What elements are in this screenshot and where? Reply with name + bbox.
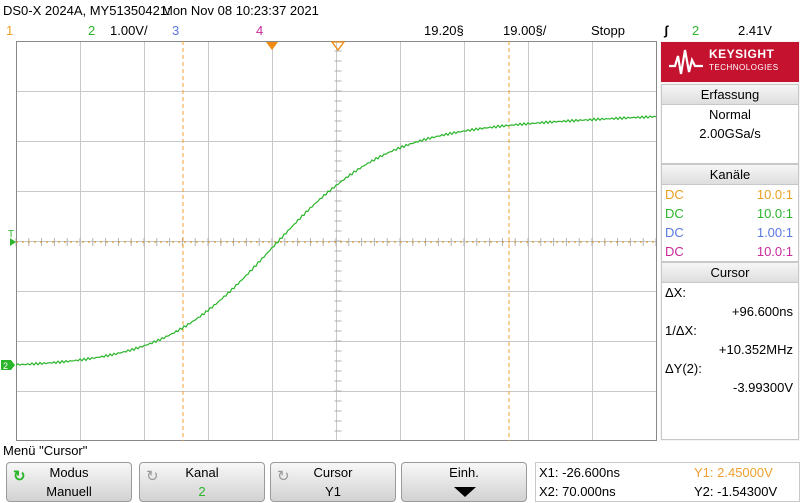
- cursor-readout: X1: -26.600ns X2: 70.000ns Y1: 2.45000V …: [535, 462, 800, 502]
- delta-x-label: ΔX:: [665, 285, 686, 300]
- softkey-channel-value: 2: [198, 484, 206, 499]
- timebase-delay: 19.20§: [424, 23, 464, 38]
- channels-header: Kanäle: [662, 165, 798, 185]
- title-bar: DS0-X 2024A, MY51350421: Mon Nov 08 10:2…: [0, 0, 800, 22]
- keysight-wave-icon: [669, 49, 703, 75]
- sample-rate: 2.00GSa/s: [699, 126, 761, 141]
- ch2-indicator[interactable]: 2: [88, 23, 95, 38]
- side-panel: KEYSIGHT TECHNOLOGIES Erfassung Normal 2…: [660, 41, 800, 441]
- arrow-down-icon: [454, 487, 476, 497]
- y1-readout: Y1: 2.45000V: [694, 465, 773, 480]
- ch1-probe: 10.0:1: [756, 187, 793, 202]
- acquisition-panel[interactable]: Erfassung Normal 2.00GSa/s: [661, 84, 799, 164]
- softkey-units[interactable]: Einh.: [401, 462, 527, 502]
- channel-row: DC 10.0:1: [662, 185, 798, 204]
- ch1-coupling: DC: [665, 187, 684, 202]
- delta-y-value: -3.99300V: [733, 380, 793, 395]
- ch1-indicator[interactable]: 1: [6, 23, 13, 38]
- waveform-display[interactable]: 2 T: [0, 40, 660, 442]
- device-id: DS0-X 2024A, MY51350421:: [3, 3, 171, 18]
- ch4-probe: 10.0:1: [756, 244, 793, 259]
- date-time: Mon Nov 08 10:23:37 2021: [162, 3, 319, 18]
- menu-title: Menü "Cursor": [3, 443, 88, 458]
- acquisition-header: Erfassung: [662, 85, 798, 105]
- ch2-coupling: DC: [665, 206, 684, 221]
- keysight-logo: KEYSIGHT TECHNOLOGIES: [661, 42, 799, 82]
- graticule: 2 T: [0, 40, 660, 442]
- channel-row: DC 1.00:1: [662, 223, 798, 242]
- trigger-edge-icon: ʃ: [664, 23, 669, 38]
- x2-readout: X2: 70.000ns: [539, 484, 616, 499]
- trigger-level-label: T: [8, 229, 14, 240]
- softkey-cursor-label: Cursor: [313, 465, 353, 480]
- ch2-probe: 10.0:1: [756, 206, 793, 221]
- trigger-channel: 2: [692, 23, 700, 38]
- cursor-header: Cursor: [662, 263, 798, 283]
- ch3-probe: 1.00:1: [756, 225, 793, 240]
- channel-row: DC 10.0:1: [662, 242, 798, 261]
- ch3-coupling: DC: [665, 225, 684, 240]
- y2-readout: Y2: -1.54300V: [694, 484, 778, 499]
- softkey-units-label: Einh.: [449, 465, 479, 480]
- delta-y-label: ΔY(2):: [665, 361, 702, 376]
- trigger-level: 2.41V: [738, 23, 772, 38]
- timebase-scale: 19.00§/: [503, 23, 547, 38]
- ch3-indicator[interactable]: 3: [172, 23, 179, 38]
- run-state: Stopp: [591, 23, 625, 38]
- inverse-delta-x-value: +10.352MHz: [718, 342, 793, 357]
- channels-panel[interactable]: Kanäle DC 10.0:1 DC 10.0:1 DC 1.00:1 DC …: [661, 164, 799, 262]
- softkey-channel-label: Kanal: [185, 465, 219, 480]
- inverse-delta-x-label: 1/ΔX:: [665, 323, 697, 338]
- softkey-cursor[interactable]: ↻ Cursor Y1: [270, 462, 396, 502]
- ch2-ground-label: 2: [3, 361, 8, 371]
- softkey-channel[interactable]: ↻ Kanal 2: [139, 462, 265, 502]
- ch4-indicator[interactable]: 4: [256, 23, 263, 38]
- softkey-mode-value: Manuell: [46, 484, 92, 499]
- softkey-cursor-value: Y1: [325, 484, 341, 499]
- ch2-scale: 1.00V/: [110, 23, 148, 38]
- cursor-info-panel[interactable]: Cursor ΔX: +96.600ns 1/ΔX: +10.352MHz ΔY…: [661, 262, 799, 440]
- x1-readout: X1: -26.600ns: [539, 465, 620, 480]
- logo-sub: TECHNOLOGIES: [709, 63, 779, 72]
- softkey-mode[interactable]: ↻ Modus Manuell: [6, 462, 132, 502]
- delta-x-value: +96.600ns: [731, 304, 793, 319]
- status-bar: 1 2 1.00V/ 3 4 19.20§ 19.00§/ Stopp ʃ 2 …: [0, 22, 800, 40]
- acquisition-mode: Normal: [709, 107, 751, 122]
- softkey-mode-label: Modus: [49, 465, 89, 480]
- channel-row: DC 10.0:1: [662, 204, 798, 223]
- ch4-coupling: DC: [665, 244, 684, 259]
- logo-name: KEYSIGHT: [709, 47, 775, 61]
